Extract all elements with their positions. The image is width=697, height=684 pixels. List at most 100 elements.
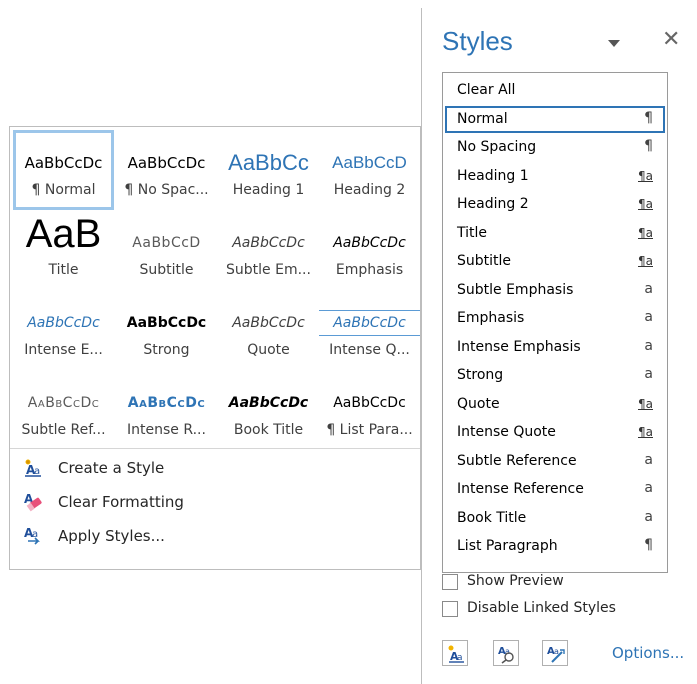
style-row-label: Intense Emphasis (457, 339, 581, 355)
gallery-style-subtle-emphasis[interactable]: AaBbCcDc Subtle Em... (218, 210, 319, 290)
style-inspector-icon: A a (498, 646, 514, 664)
style-name: Heading 2 (333, 182, 406, 198)
gallery-style-intense-quote[interactable]: AaBbCcDc Intense Q... (319, 290, 420, 370)
style-name: Heading 1 (232, 182, 305, 198)
paragraph-style-icon: ¶ (644, 138, 653, 154)
style-row-book-title[interactable]: Book Title a (445, 505, 665, 532)
style-name: ¶ Normal (31, 182, 96, 198)
style-name: Quote (247, 342, 290, 358)
style-row-heading-1[interactable]: Heading 1 ¶a (445, 163, 665, 190)
style-preview: AaBbCcDc (319, 310, 420, 336)
new-style-button[interactable]: A a (442, 640, 468, 666)
style-row-no-spacing[interactable]: No Spacing ¶ (445, 134, 665, 161)
character-style-icon: a (644, 509, 653, 525)
style-name: Book Title (233, 422, 304, 438)
apply-styles-menu-item[interactable]: A a Apply Styles... (18, 522, 398, 550)
style-row-intense-quote[interactable]: Intense Quote ¶a (445, 419, 665, 446)
style-row-label: No Spacing (457, 139, 537, 155)
style-row-heading-2[interactable]: Heading 2 ¶a (445, 191, 665, 218)
character-style-icon: a (644, 338, 653, 354)
gallery-style-quote[interactable]: AaBbCcDc Quote (218, 290, 319, 370)
gallery-style-heading-1[interactable]: AaBbCc Heading 1 (218, 130, 319, 210)
show-preview-checkbox[interactable] (442, 574, 458, 590)
style-name: Intense E... (24, 342, 103, 358)
style-name: ¶ List Para... (326, 422, 413, 438)
style-row-label: Book Title (457, 510, 527, 526)
gallery-style-subtitle[interactable]: AaBbCcD Subtitle (116, 210, 217, 290)
style-preview: AaBbCcDc (232, 235, 305, 251)
style-row-label: Title (457, 225, 488, 241)
style-name: Emphasis (335, 262, 404, 278)
style-row-emphasis[interactable]: Emphasis a (445, 305, 665, 332)
gallery-style-intense-reference[interactable]: AaBbCcDc Intense R... (116, 370, 217, 450)
style-name: Subtle Em... (226, 262, 311, 278)
style-preview: AaBbCcDc (127, 395, 206, 411)
gallery-style-heading-2[interactable]: AaBbCcD Heading 2 (319, 130, 420, 210)
style-row-intense-emphasis[interactable]: Intense Emphasis a (445, 334, 665, 361)
character-style-icon: a (644, 366, 653, 382)
style-row-strong[interactable]: Strong a (445, 362, 665, 389)
style-row-label: Intense Reference (457, 481, 584, 497)
style-name: Strong (143, 342, 190, 358)
create-style-menu-item[interactable]: A a Create a Style (18, 454, 398, 482)
manage-styles-icon: A a (547, 646, 565, 663)
style-name: Subtle Ref... (21, 422, 106, 438)
styles-list: Clear All Normal ¶ No Spacing ¶ Heading … (442, 72, 668, 573)
gallery-style-emphasis[interactable]: AaBbCcDc Emphasis (319, 210, 420, 290)
style-name: Intense R... (127, 422, 206, 438)
style-preview: AaBbCcD (332, 153, 407, 172)
linked-style-icon: ¶a (638, 397, 653, 411)
clear-formatting-menu-item[interactable]: A Clear Formatting (18, 488, 398, 516)
style-preview: AaBbCcDc (24, 154, 103, 172)
style-row-label: Heading 1 (457, 168, 529, 184)
style-preview: AaBbCcDc (127, 154, 206, 172)
style-row-label: Intense Quote (457, 424, 556, 440)
gallery-style-intense-emphasis[interactable]: AaBbCcDc Intense E... (13, 290, 114, 370)
style-row-label: Heading 2 (457, 196, 529, 212)
style-preview: AaBbCcDc (333, 235, 406, 251)
style-row-title[interactable]: Title ¶a (445, 220, 665, 247)
gallery-style-book-title[interactable]: AaBbCcDc Book Title (218, 370, 319, 450)
manage-styles-button[interactable]: A a (542, 640, 568, 666)
linked-style-icon: ¶a (638, 425, 653, 439)
style-row-label: Clear All (457, 82, 516, 98)
gallery-style-strong[interactable]: AaBbCcDc Strong (116, 290, 217, 370)
pane-options-dropdown-icon[interactable] (608, 40, 620, 47)
style-preview: AaBbCcDc (333, 395, 406, 411)
linked-style-icon: ¶a (638, 169, 653, 183)
style-name: Title (48, 262, 79, 278)
style-preview: AaBbCcDc (232, 315, 305, 331)
style-row-normal[interactable]: Normal ¶ (445, 106, 665, 133)
gallery-style-normal[interactable]: AaBbCcDc ¶ Normal (13, 130, 114, 210)
gallery-style-subtle-reference[interactable]: AaBbCcDc Subtle Ref... (13, 370, 114, 450)
style-row-label: Emphasis (457, 310, 525, 326)
apply-styles-icon: A a (24, 526, 40, 545)
style-row-quote[interactable]: Quote ¶a (445, 391, 665, 418)
style-row-label: List Paragraph (457, 538, 558, 554)
style-row-subtle-emphasis[interactable]: Subtle Emphasis a (445, 277, 665, 304)
style-row-intense-reference[interactable]: Intense Reference a (445, 476, 665, 503)
style-name: Intense Q... (329, 342, 410, 358)
style-row-clear-all[interactable]: Clear All (445, 77, 665, 104)
style-row-label: Subtitle (457, 253, 512, 269)
character-style-icon: a (644, 281, 653, 297)
style-name: ¶ No Spac... (124, 182, 209, 198)
disable-linked-styles-checkbox[interactable] (442, 601, 458, 617)
gallery-style-title[interactable]: AaB Title (13, 210, 114, 290)
options-link[interactable]: Options... (612, 644, 684, 662)
pane-title: Styles (442, 26, 513, 56)
close-icon[interactable]: ✕ (662, 28, 680, 50)
show-preview-label: Show Preview (467, 573, 564, 589)
new-style-icon: A a (448, 645, 464, 663)
style-row-subtle-reference[interactable]: Subtle Reference a (445, 448, 665, 475)
style-inspector-button[interactable]: A a (493, 640, 519, 666)
linked-style-icon: ¶a (638, 197, 653, 211)
style-row-label: Subtle Reference (457, 453, 577, 469)
style-preview: AaBbCcD (132, 235, 201, 251)
gallery-style-no-spacing[interactable]: AaBbCcDc ¶ No Spac... (116, 130, 217, 210)
style-row-label: Normal (457, 111, 508, 127)
style-row-subtitle[interactable]: Subtitle ¶a (445, 248, 665, 275)
gallery-style-list-paragraph[interactable]: AaBbCcDc ¶ List Para... (319, 370, 420, 450)
style-row-list-paragraph[interactable]: List Paragraph ¶ (445, 533, 665, 560)
styles-pane: Styles ✕ Clear All Normal ¶ No Spacing ¶… (421, 8, 697, 684)
